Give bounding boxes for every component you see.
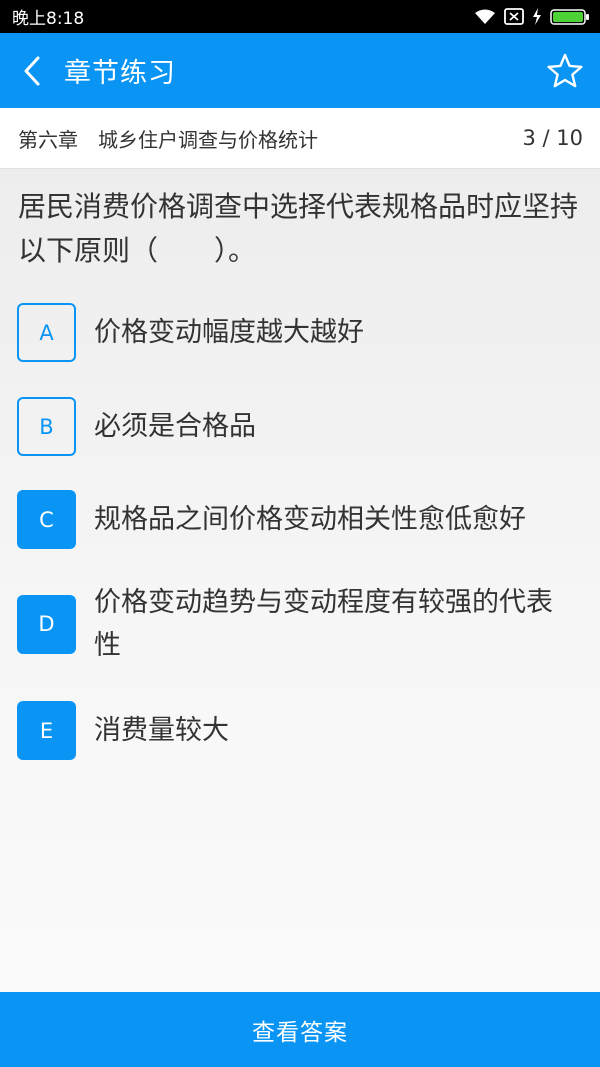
sim-off-icon xyxy=(504,8,524,25)
chapter-bar: 第六章 城乡住户调查与价格统计 3 / 10 xyxy=(0,108,600,169)
option-text: 必须是合格品 xyxy=(94,411,256,442)
option-a[interactable]: A 价格变动幅度越大越好 xyxy=(17,303,583,362)
status-icons xyxy=(474,8,590,25)
chevron-left-icon xyxy=(24,56,40,85)
chapter-title: 第六章 城乡住户调查与价格统计 xyxy=(18,127,318,152)
option-badge: D xyxy=(17,594,76,654)
option-d[interactable]: D 价格变动趋势与变动程度有较强的代表性 xyxy=(17,581,583,667)
wifi-icon xyxy=(475,9,495,24)
option-badge: A xyxy=(17,303,76,362)
option-badge: E xyxy=(17,701,76,760)
back-button[interactable] xyxy=(0,33,64,108)
status-time: 晚上8:18 xyxy=(12,9,85,29)
option-b[interactable]: B 必须是合格品 xyxy=(17,397,583,456)
question-area: 居民消费价格调查中选择代表规格品时应坚持以下原则（ ）。 A 价格变动幅度越大越… xyxy=(0,169,600,992)
option-text: 价格变动趋势与变动程度有较强的代表性 xyxy=(94,587,553,661)
option-e[interactable]: E 消费量较大 xyxy=(17,701,583,760)
question-progress: 3 / 10 xyxy=(522,126,583,150)
option-text: 价格变动幅度越大越好 xyxy=(94,317,364,348)
charging-icon xyxy=(533,8,541,25)
page-title: 章节练习 xyxy=(64,58,176,89)
option-badge: C xyxy=(17,490,76,549)
view-answer-button[interactable]: 查看答案 xyxy=(0,992,600,1067)
option-c[interactable]: C 规格品之间价格变动相关性愈低愈好 xyxy=(17,490,583,549)
question-text: 居民消费价格调查中选择代表规格品时应坚持以下原则（ ）。 xyxy=(18,190,579,267)
option-text: 消费量较大 xyxy=(94,715,229,746)
star-outline-icon xyxy=(547,53,583,87)
option-badge: B xyxy=(17,397,76,456)
battery-icon xyxy=(550,8,589,25)
option-text: 规格品之间价格变动相关性愈低愈好 xyxy=(94,504,526,535)
favorite-button[interactable] xyxy=(530,33,600,108)
status-bar: 晚上8:18 xyxy=(0,0,600,33)
app-bar: 章节练习 xyxy=(0,33,600,108)
